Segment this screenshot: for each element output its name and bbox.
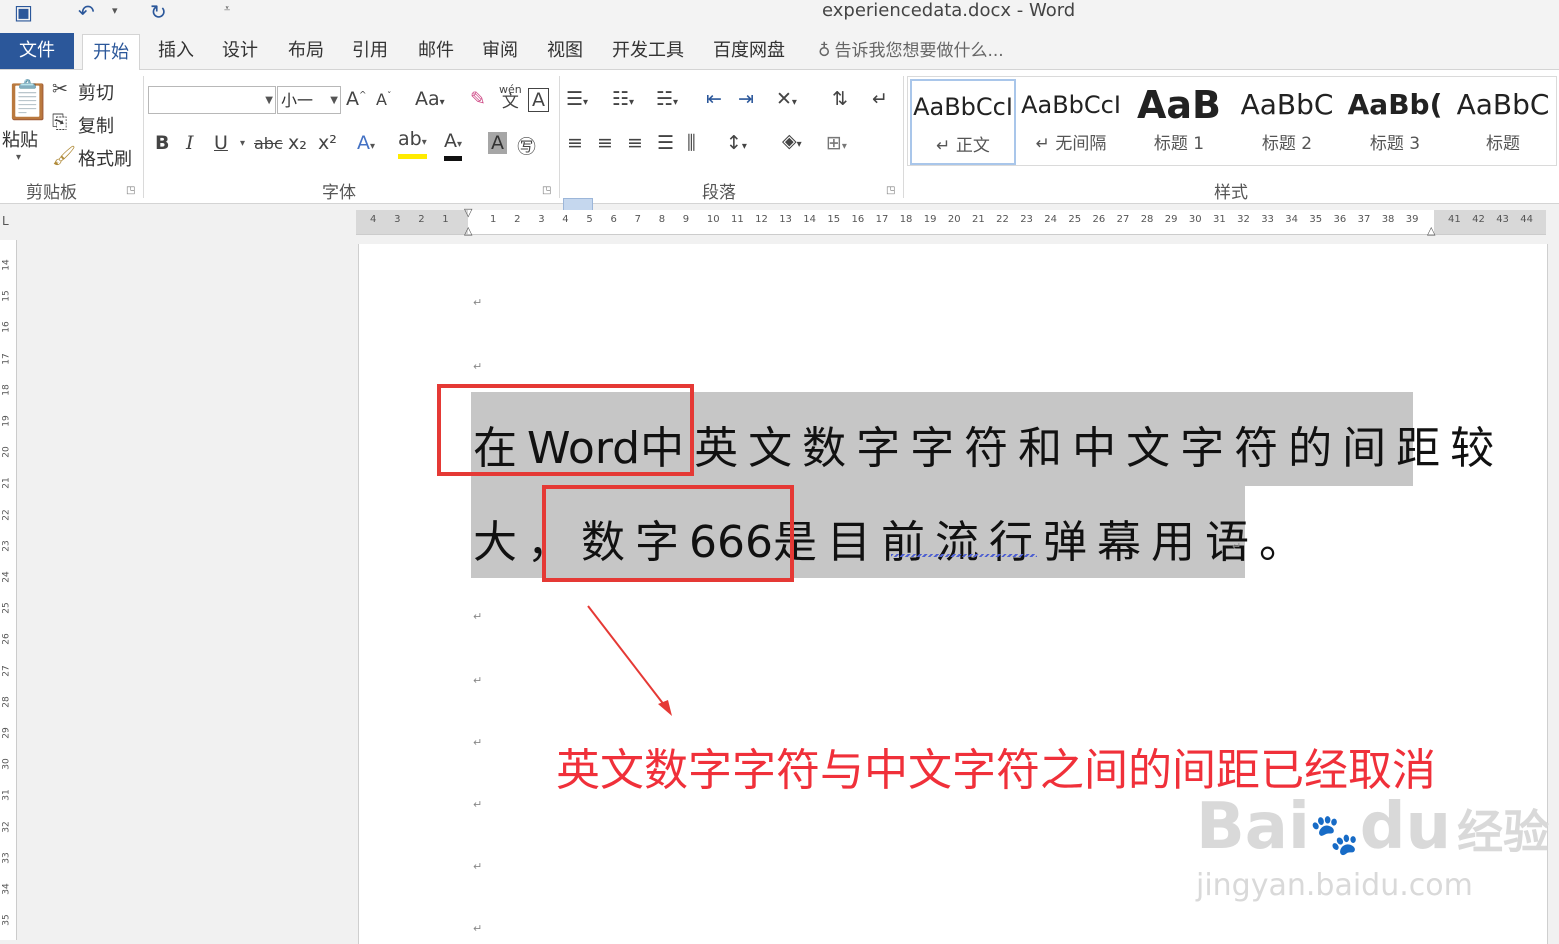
paw-icon: 🐾 [1309, 812, 1360, 858]
annotation-text: 英文数字字符与中文字符之间的间距已经取消 [556, 745, 1436, 796]
watermark-url: jingyan.baidu.com [1196, 868, 1473, 903]
baidu-watermark-logo: Bai🐾du 经验 [1196, 790, 1550, 864]
